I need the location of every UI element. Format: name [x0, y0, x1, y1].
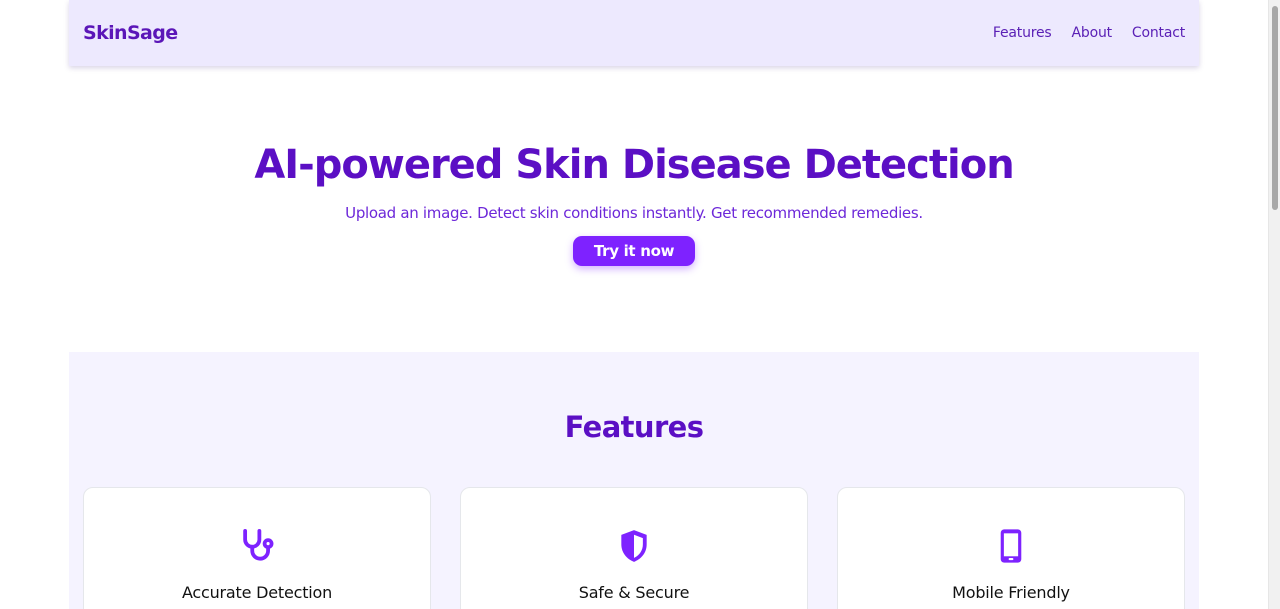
nav-link-features[interactable]: Features — [993, 25, 1052, 41]
hero-subtitle: Upload an image. Detect skin conditions … — [345, 204, 923, 222]
features-section: Features Accurate Detection Safe & Secur… — [69, 352, 1199, 609]
page-scrollbar[interactable] — [1268, 0, 1280, 609]
logo[interactable]: SkinSage — [83, 22, 178, 44]
smartphone-icon — [1000, 529, 1022, 563]
nav-link-about[interactable]: About — [1072, 25, 1113, 41]
main-nav: Features About Contact — [993, 25, 1185, 41]
feature-card-accurate-detection: Accurate Detection — [83, 487, 431, 609]
site-header: SkinSage Features About Contact — [69, 0, 1199, 66]
hero-title: AI-powered Skin Disease Detection — [254, 142, 1014, 188]
feature-title: Mobile Friendly — [952, 583, 1070, 602]
features-heading: Features — [564, 410, 704, 444]
feature-card-safe-secure: Safe & Secure — [460, 487, 808, 609]
try-it-now-button[interactable]: Try it now — [572, 236, 696, 266]
feature-title: Safe & Secure — [578, 583, 690, 602]
feature-card-mobile-friendly: Mobile Friendly — [837, 487, 1185, 609]
feature-title: Accurate Detection — [181, 583, 333, 602]
hero-section: AI-powered Skin Disease Detection Upload… — [69, 140, 1199, 266]
scrollbar-thumb[interactable] — [1272, 6, 1278, 210]
nav-link-contact[interactable]: Contact — [1132, 25, 1185, 41]
page: SkinSage Features About Contact AI-power… — [0, 0, 1280, 609]
shield-icon — [621, 530, 647, 562]
stethoscope-icon — [243, 529, 274, 561]
